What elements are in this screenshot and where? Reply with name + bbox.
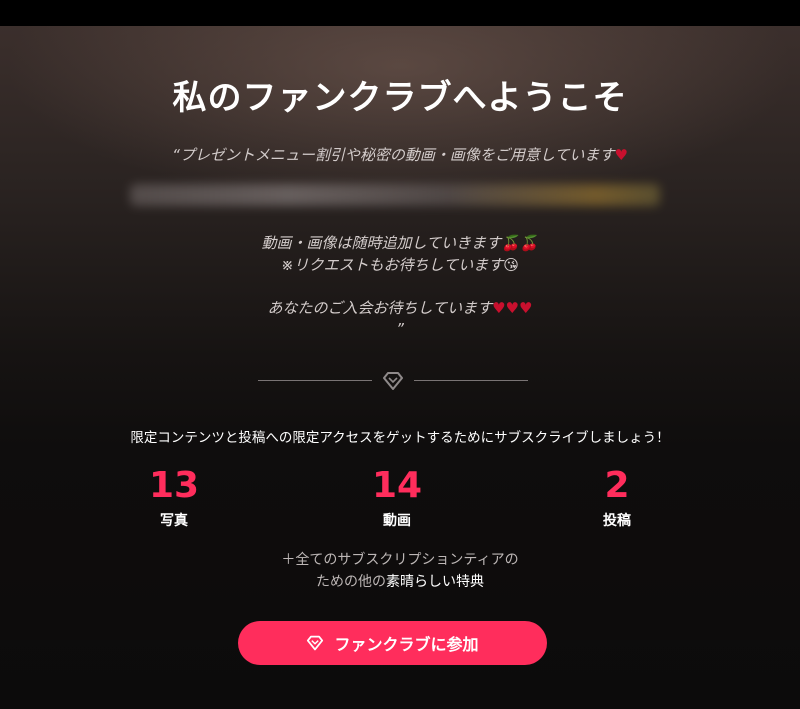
heart-icon: ♥ xyxy=(519,299,533,317)
description-line-3: 動画・画像は随時追加していきます🍒🍒 xyxy=(261,234,539,252)
diamond-icon xyxy=(307,635,324,651)
stat-videos-count: 14 xyxy=(371,465,423,506)
subscribe-prompt: 限定コンテンツと投稿への限定アクセスをゲットするためにサブスクライブしましょう！ xyxy=(130,430,670,446)
description-line-5: あなたのご入会お待ちしています♥♥♥ xyxy=(267,299,533,317)
perks-line-1: ＋全てのサブスクリプションティアの xyxy=(281,552,519,568)
join-button-label: ファンクラブに参加 xyxy=(334,635,479,654)
join-fanclub-button[interactable]: ファンクラブに参加 xyxy=(238,621,547,665)
page-title: 私のファンクラブへようこそ xyxy=(172,78,628,118)
stat-photos-label: 写真 xyxy=(160,513,188,529)
description-closing-quote: ” xyxy=(396,320,404,338)
stat-posts-count: 2 xyxy=(604,465,630,506)
divider-line-left xyxy=(258,380,372,381)
top-bar xyxy=(0,0,800,26)
blurred-description-line xyxy=(130,184,660,206)
stat-videos-label: 動画 xyxy=(383,513,411,529)
perks-highlight: 素晴らしい特典 xyxy=(386,574,484,590)
stat-posts: 2 投稿 xyxy=(537,466,697,530)
stat-photos: 13 写真 xyxy=(94,466,254,530)
description-line-4: ※リクエストもお待ちしています😘 xyxy=(281,256,519,274)
stat-videos: 14 動画 xyxy=(317,466,477,530)
divider-line-right xyxy=(414,380,528,381)
stat-photos-count: 13 xyxy=(148,465,200,506)
stat-posts-label: 投稿 xyxy=(603,513,631,529)
section-divider xyxy=(0,368,800,394)
perks-line-2: ための他の素晴らしい特典 xyxy=(316,574,484,590)
diamond-icon xyxy=(383,372,403,390)
heart-icon: ♥ xyxy=(614,146,628,164)
description-line-1: “プレゼントメニュー割引や秘密の動画・画像をご用意しています♥ xyxy=(172,146,628,164)
heart-icon: ♥ xyxy=(505,299,519,317)
heart-icon: ♥ xyxy=(492,299,506,317)
